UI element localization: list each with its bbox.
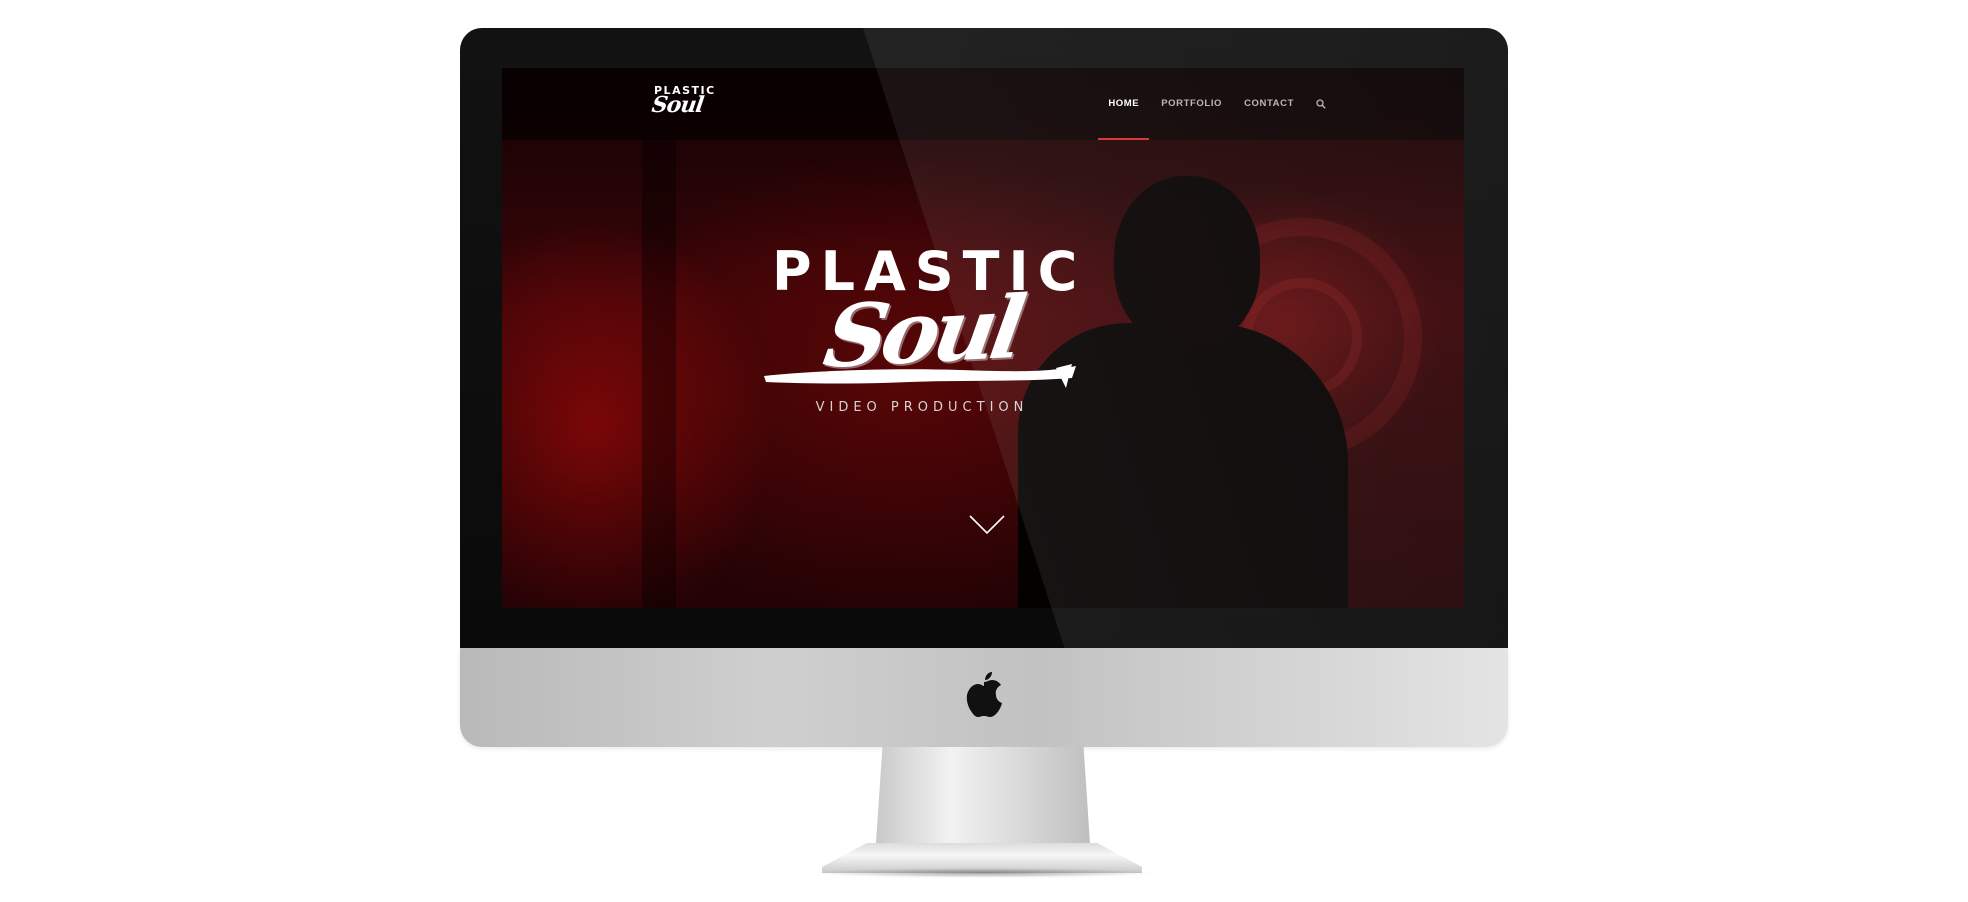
imac-stand-shadow [812, 868, 1156, 878]
hero-tagline: VIDEO PRODUCTION [815, 400, 1029, 415]
apple-logo-icon [966, 672, 1002, 717]
brush-stroke-underline [764, 364, 1076, 388]
chevron-down-icon[interactable] [968, 514, 1006, 536]
website-screen: PLASTIC Soul HOME PORTFOLIO CONTACT PLAS… [502, 68, 1464, 608]
imac-stand-neck [876, 747, 1090, 843]
